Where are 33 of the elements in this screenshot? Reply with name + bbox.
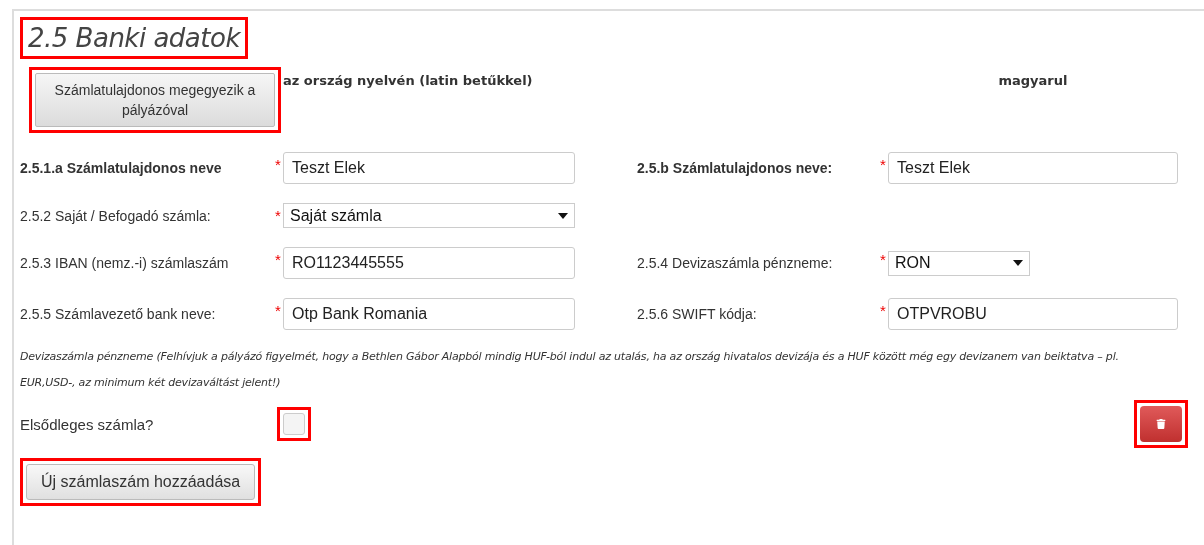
checkbox[interactable] <box>283 413 305 435</box>
text-field[interactable]: RO1123445555 <box>283 247 575 279</box>
field-label: 2.5.b Számlatulajdonos neve: <box>637 160 834 176</box>
text-field[interactable]: Teszt Elek <box>283 152 575 184</box>
caret-icon <box>1013 260 1023 266</box>
required-mark: * <box>880 251 887 268</box>
column-header: az ország nyelvén (latin betűkkel) <box>283 73 534 88</box>
field-label: 2.5.1.a Számlatulajdonos neve <box>20 160 223 176</box>
delete-button[interactable] <box>1140 406 1182 442</box>
primary-account-label: Elsődleges számla? <box>20 415 155 433</box>
text-field[interactable]: Teszt Elek <box>888 152 1178 184</box>
currency-note: Devizaszámla pénzneme (Felhívjuk a pályázó figyelmét, hogy a Bethlen Gábor Alapból mindig HUF-ból indul az utalás, ha az ország hivatalos devizája és a HUF között még egy devizanem van beiktatva – pl. EUR,USD-, az minimum két devizaváltást jelent!) <box>20 349 1120 391</box>
field-label: 2.5.6 SWIFT kódja: <box>637 306 758 322</box>
field-label: 2.5.5 Számlavezető bank neve: <box>20 306 217 322</box>
column-header: magyarul <box>997 73 1069 88</box>
add-account-button[interactable]: Új számlaszám hozzáadása <box>26 464 256 500</box>
field-label: 2.5.2 Saját / Befogadó számla: <box>20 207 212 224</box>
owner-same-button[interactable]: Számlatulajdonos megegyezik a pályázóval <box>35 73 275 127</box>
select-field[interactable]: Saját számla <box>283 203 575 228</box>
required-mark: * <box>275 156 282 173</box>
required-mark: * <box>275 207 282 224</box>
required-mark: * <box>275 302 282 319</box>
required-mark: * <box>880 302 887 319</box>
select-field[interactable]: RON <box>888 250 1030 276</box>
text-field[interactable]: Otp Bank Romania <box>283 298 575 330</box>
text-field[interactable]: OTPVROBU <box>888 298 1178 330</box>
section-title: 2.5 Banki adatok <box>27 23 242 53</box>
required-mark: * <box>275 251 282 268</box>
field-label: 2.5.4 Devizaszámla pénzneme: <box>637 255 834 271</box>
field-label: 2.5.3 IBAN (nemz.-i) számlaszám <box>20 255 230 271</box>
trash-icon <box>1156 419 1166 429</box>
required-mark: * <box>880 156 887 173</box>
caret-icon <box>558 212 568 219</box>
